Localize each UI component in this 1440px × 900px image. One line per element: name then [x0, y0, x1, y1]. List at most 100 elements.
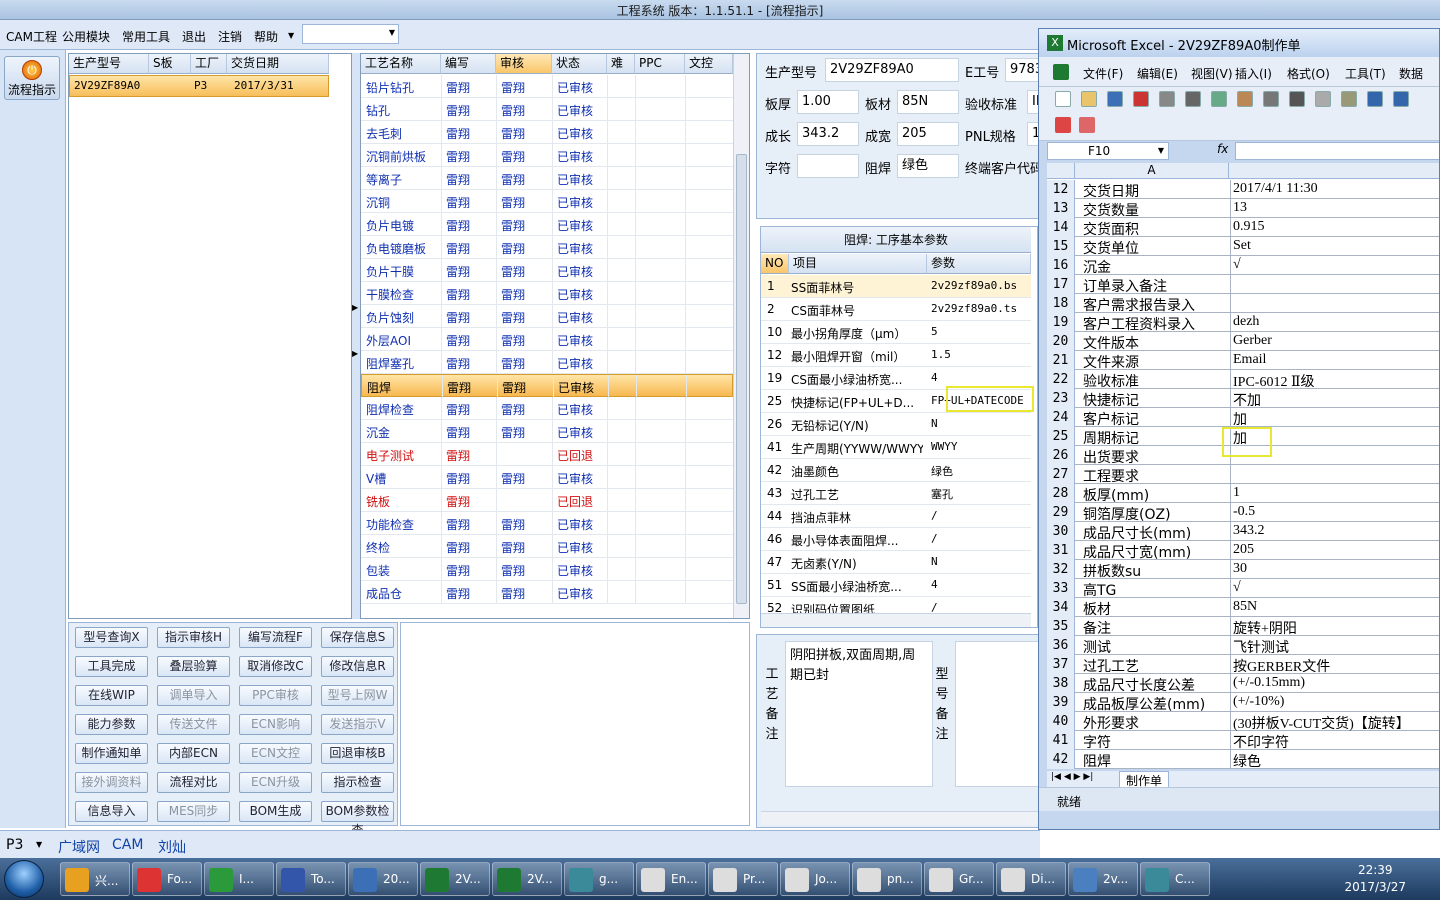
row-number[interactable]: 23	[1047, 389, 1075, 408]
field-label-cell[interactable]: 交货数量	[1083, 200, 1139, 220]
column-a-header[interactable]: A	[1075, 163, 1229, 179]
row-number[interactable]: 39	[1047, 693, 1075, 712]
row-number[interactable]: 29	[1047, 503, 1075, 522]
parameter-row[interactable]: 2 CS面菲林号 2v29zf89a0.ts	[761, 298, 1031, 321]
action-button[interactable]: 型号查询X	[75, 627, 148, 648]
chevron-down-icon[interactable]: ▼	[36, 840, 42, 849]
row-number[interactable]: 40	[1047, 712, 1075, 731]
sheet-row[interactable]: 13 交货数量 13	[1047, 199, 1439, 220]
param-h-scrollbar[interactable]	[761, 613, 1031, 627]
length-field[interactable]: 343.2	[797, 122, 859, 146]
action-button[interactable]: ECN影响	[239, 714, 312, 735]
field-value-cell[interactable]: dezh	[1233, 314, 1259, 330]
field-label-cell[interactable]: 沉金	[1083, 257, 1111, 277]
field-label-cell[interactable]: 出货要求	[1083, 447, 1139, 467]
field-label-cell[interactable]: 成品尺寸长度公差	[1083, 675, 1195, 695]
taskbar-app-button[interactable]: Di...	[996, 862, 1066, 896]
field-label-cell[interactable]: 交货日期	[1083, 181, 1139, 201]
field-value-cell[interactable]: (30拼板V-CUT交货)【旋转】	[1233, 713, 1410, 733]
row-number[interactable]: 24	[1047, 408, 1075, 427]
excel-tool-icon[interactable]	[1237, 91, 1253, 107]
field-label-cell[interactable]: 板厚(mm)	[1083, 485, 1149, 505]
parameter-row[interactable]: 42 油墨颜色 绿色	[761, 459, 1031, 482]
excel-tool-icon[interactable]	[1133, 91, 1149, 107]
action-button[interactable]: 调单导入	[157, 685, 230, 706]
field-value-cell[interactable]: √	[1233, 257, 1241, 273]
row-number[interactable]: 36	[1047, 636, 1075, 655]
sheet-row[interactable]: 16 沉金 √	[1047, 256, 1439, 277]
field-label-cell[interactable]: 文件来源	[1083, 352, 1139, 372]
row-number[interactable]: 14	[1047, 218, 1075, 237]
field-value-cell[interactable]: 205	[1233, 542, 1254, 558]
row-number[interactable]: 30	[1047, 522, 1075, 541]
material-field[interactable]: 85N	[897, 90, 959, 114]
excel-tool-icon[interactable]	[1081, 91, 1097, 107]
field-value-cell[interactable]: 旋转+阴阳	[1233, 618, 1297, 638]
field-value-cell[interactable]: 30	[1233, 561, 1247, 577]
sheet-row[interactable]: 20 文件版本 Gerber	[1047, 332, 1439, 352]
action-button[interactable]: 能力参数	[75, 714, 148, 735]
row-number[interactable]: 22	[1047, 370, 1075, 389]
field-value-cell[interactable]: IPC-6012 Ⅱ级	[1233, 371, 1314, 391]
row-number[interactable]: 18	[1047, 294, 1075, 313]
field-label-cell[interactable]: 成品尺寸宽(mm)	[1083, 542, 1191, 562]
excel-tool-icon[interactable]	[1393, 91, 1409, 107]
field-label-cell[interactable]: 订单录入备注	[1083, 276, 1167, 296]
excel-tool-icon[interactable]	[1315, 91, 1331, 107]
process-row[interactable]: 阻焊检查 雷翔 雷翔 已审核	[361, 397, 733, 420]
excel-menu-item[interactable]: 格式(O)	[1287, 65, 1330, 82]
sheet-row[interactable]: 14 交货面积 0.915	[1047, 218, 1439, 238]
sheet-row[interactable]: 36 测试 飞针测试	[1047, 636, 1439, 656]
pdf-settings-icon[interactable]	[1079, 117, 1095, 133]
parameter-row[interactable]: 1 SS面菲林号 2v29zf89a0.bs	[761, 275, 1031, 298]
field-label-cell[interactable]: 验收标准	[1083, 371, 1139, 391]
process-row[interactable]: 负片干膜 雷翔 雷翔 已审核	[361, 259, 733, 282]
process-row[interactable]: 沉金 雷翔 雷翔 已审核	[361, 420, 733, 443]
process-row[interactable]: 铣板 雷翔 已回退	[361, 489, 733, 512]
col-ppc[interactable]: PPC	[635, 54, 685, 74]
sheet-row[interactable]: 12 交货日期 2017/4/1 11:30	[1047, 180, 1439, 201]
row-number[interactable]: 42	[1047, 750, 1075, 769]
field-label-cell[interactable]: 板材	[1083, 599, 1111, 619]
taskbar-app-button[interactable]: 2V...	[420, 862, 490, 896]
taskbar-app-button[interactable]: C...	[1140, 862, 1210, 896]
sheet-row[interactable]: 31 成品尺寸宽(mm) 205	[1047, 541, 1439, 562]
excel-tool-icon[interactable]	[1055, 91, 1071, 107]
solder-field[interactable]: 绿色	[897, 154, 959, 178]
excel-tool-icon[interactable]	[1289, 91, 1305, 107]
field-value-cell[interactable]: 加	[1233, 409, 1247, 429]
excel-tool-icon[interactable]	[1263, 91, 1279, 107]
sheet-row[interactable]: 27 工程要求	[1047, 465, 1439, 486]
field-label-cell[interactable]: 客户标记	[1083, 409, 1139, 429]
sheet-row[interactable]: 41 字符 不印字符	[1047, 731, 1439, 751]
col-writer[interactable]: 编写	[441, 54, 496, 74]
process-row[interactable]: 功能检查 雷翔 雷翔 已审核	[361, 512, 733, 535]
excel-tool-icon[interactable]	[1367, 91, 1383, 107]
row-number[interactable]: 16	[1047, 256, 1075, 275]
taskbar-app-button[interactable]: Fo...	[132, 862, 202, 896]
field-value-cell[interactable]: (+/-0.15mm)	[1233, 675, 1305, 691]
excel-menu-item[interactable]: 编辑(E)	[1137, 65, 1178, 82]
col-value[interactable]: 参数	[927, 254, 1031, 274]
sheet-row[interactable]: 39 成品板厚公差(mm) (+/-10%)	[1047, 693, 1439, 713]
parameter-row[interactable]: 46 最小导体表面阻焊... /	[761, 528, 1031, 551]
sheet-row[interactable]: 32 拼板数su 30	[1047, 560, 1439, 580]
process-row[interactable]: 等离子 雷翔 雷翔 已审核	[361, 167, 733, 190]
row-number[interactable]: 38	[1047, 674, 1075, 693]
action-button[interactable]: 传送文件	[157, 714, 230, 735]
fx-icon[interactable]: fx	[1217, 142, 1228, 156]
char-field[interactable]	[797, 154, 859, 178]
field-value-cell[interactable]: Email	[1233, 352, 1266, 368]
field-value-cell[interactable]: 1	[1233, 485, 1240, 501]
field-label-cell[interactable]: 工程要求	[1083, 466, 1139, 486]
notes-h-scrollbar[interactable]	[761, 811, 1045, 825]
row-number[interactable]: 33	[1047, 579, 1075, 598]
field-value-cell[interactable]: (+/-10%)	[1233, 694, 1284, 710]
action-button[interactable]: 发送指示V	[321, 714, 394, 735]
process-row[interactable]: 干膜检查 雷翔 雷翔 已审核	[361, 282, 733, 305]
process-row[interactable]: 终检 雷翔 雷翔 已审核	[361, 535, 733, 558]
col-item[interactable]: 项目	[789, 254, 927, 274]
action-button[interactable]: 编写流程F	[239, 627, 312, 648]
clock[interactable]: 22:39 2017/3/27	[1344, 862, 1406, 896]
col-delivery[interactable]: 交货日期	[227, 54, 329, 74]
